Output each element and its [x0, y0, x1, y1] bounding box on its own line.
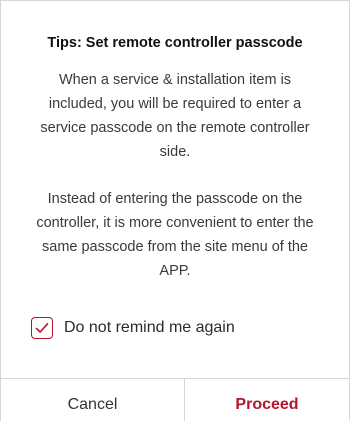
- do-not-remind-label: Do not remind me again: [64, 319, 235, 336]
- dialog-message-app-passcode: Instead of entering the passcode on the …: [36, 191, 314, 279]
- proceed-button[interactable]: Proceed: [185, 379, 349, 421]
- checkbox-box[interactable]: [31, 317, 53, 339]
- dialog-message-service-passcode: When a service & installation item is in…: [40, 72, 310, 160]
- do-not-remind-checkbox[interactable]: Do not remind me again: [31, 314, 235, 342]
- passcode-tips-dialog: Tips: Set remote controller passcode Whe…: [0, 0, 350, 421]
- check-icon: [35, 323, 49, 333]
- cancel-button[interactable]: Cancel: [1, 379, 184, 421]
- dialog-title: Tips: Set remote controller passcode: [47, 35, 303, 51]
